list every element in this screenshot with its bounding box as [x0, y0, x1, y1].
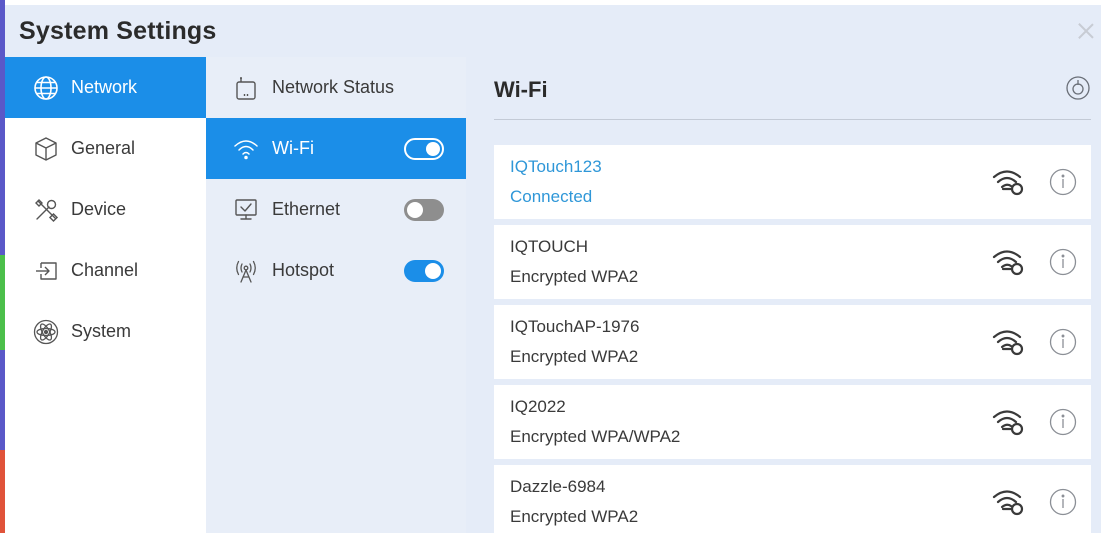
wifi-lock-icon — [992, 410, 1024, 436]
divider — [494, 119, 1091, 120]
wifi-lock-icon — [992, 170, 1024, 196]
wifi-toggle[interactable] — [404, 137, 444, 160]
router-icon — [232, 74, 260, 102]
subnav-item-network-status[interactable]: Network Status — [206, 57, 466, 118]
settings-window: System Settings Network General Device C… — [5, 5, 1101, 533]
hotspot-toggle[interactable] — [404, 259, 444, 282]
network-row[interactable]: IQTouchAP-1976 Encrypted WPA2 — [494, 305, 1091, 379]
network-status: Encrypted WPA2 — [510, 507, 639, 526]
subnav-label: Ethernet — [272, 199, 341, 219]
network-name: IQ2022 — [510, 397, 566, 416]
nav-item-channel[interactable]: Channel — [5, 240, 206, 301]
network-row[interactable]: IQTOUCH Encrypted WPA2 — [494, 225, 1091, 299]
subnav-item-ethernet[interactable]: Ethernet — [206, 179, 466, 240]
network-name: IQTOUCH — [510, 237, 589, 256]
nav-label: Channel — [71, 260, 139, 280]
main-nav: Network General Device Channel System — [5, 57, 206, 533]
subnav-item-wifi[interactable]: Wi-Fi — [206, 118, 466, 179]
ethernet-toggle[interactable] — [404, 198, 444, 221]
network-name: Dazzle-6984 — [510, 477, 606, 496]
panel-title: Wi-Fi — [494, 77, 548, 102]
network-name: IQTouchAP-1976 — [510, 317, 640, 336]
network-subnav: Network Status Wi-Fi Ethernet Hotspot — [206, 57, 466, 533]
title-bar: System Settings — [5, 5, 1101, 57]
wifi-panel: Wi-Fi IQTouch123 Connected IQTOUCH Encry… — [466, 57, 1101, 533]
info-button[interactable] — [1049, 168, 1077, 196]
nav-item-system[interactable]: System — [5, 301, 206, 362]
window-title: System Settings — [19, 17, 217, 45]
info-button[interactable] — [1049, 328, 1077, 356]
refresh-button[interactable] — [1065, 75, 1091, 101]
network-status: Encrypted WPA2 — [510, 347, 639, 366]
nav-item-network[interactable]: Network — [5, 57, 206, 118]
network-list: IQTouch123 Connected IQTOUCH Encrypted W… — [494, 145, 1091, 533]
subnav-item-hotspot[interactable]: Hotspot — [206, 240, 466, 301]
wifi-lock-icon — [992, 330, 1024, 356]
wifi-lock-icon — [992, 250, 1024, 276]
info-button[interactable] — [1049, 248, 1077, 276]
subnav-label: Wi-Fi — [272, 138, 314, 158]
monitor-icon — [232, 196, 260, 224]
nav-label: System — [71, 321, 132, 341]
network-status: Encrypted WPA/WPA2 — [510, 427, 681, 446]
close-button[interactable] — [1075, 20, 1097, 42]
network-status: Connected — [510, 187, 593, 206]
wifi-lock-icon — [992, 490, 1024, 516]
network-row[interactable]: Dazzle-6984 Encrypted WPA2 — [494, 465, 1091, 533]
nav-label: Device — [71, 199, 127, 219]
network-row[interactable]: IQ2022 Encrypted WPA/WPA2 — [494, 385, 1091, 459]
tools-icon — [33, 197, 59, 223]
cube-icon — [33, 136, 59, 162]
network-row[interactable]: IQTouch123 Connected — [494, 145, 1091, 219]
subnav-label: Hotspot — [272, 260, 335, 280]
atom-icon — [33, 319, 59, 345]
info-button[interactable] — [1049, 408, 1077, 436]
network-status: Encrypted WPA2 — [510, 267, 639, 286]
nav-label: General — [71, 138, 136, 158]
hotspot-icon — [232, 257, 260, 285]
nav-label: Network — [71, 77, 138, 97]
nav-item-device[interactable]: Device — [5, 179, 206, 240]
network-name: IQTouch123 — [510, 157, 602, 176]
subnav-label: Network Status — [272, 77, 395, 97]
wifi-icon — [232, 135, 260, 163]
input-icon — [33, 258, 59, 284]
globe-icon — [33, 75, 59, 101]
nav-item-general[interactable]: General — [5, 118, 206, 179]
info-button[interactable] — [1049, 488, 1077, 516]
